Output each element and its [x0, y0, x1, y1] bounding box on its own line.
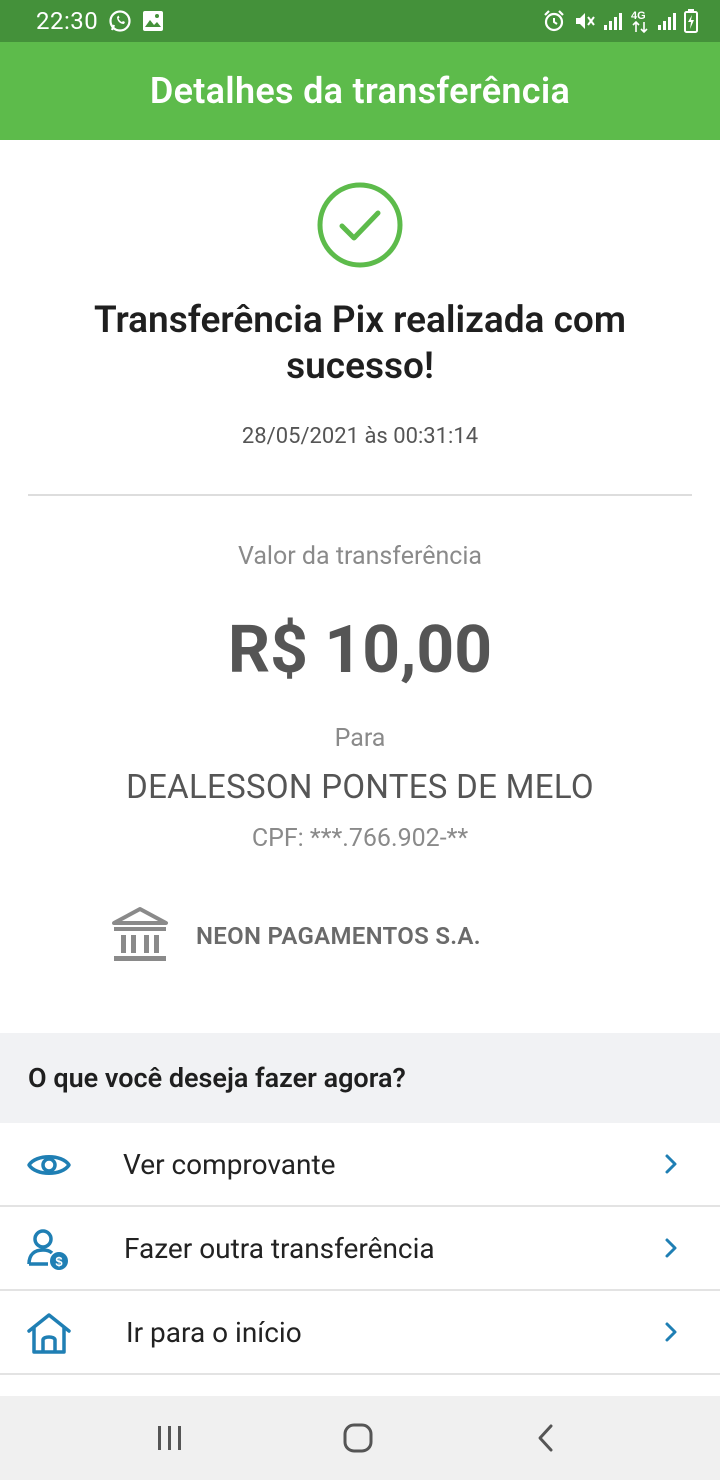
go-home-button[interactable]: Ir para o início: [0, 1291, 720, 1375]
recent-apps-button[interactable]: [140, 1418, 200, 1458]
app-bar: Detalhes da transferência: [0, 42, 720, 140]
system-nav-bar: [0, 1396, 720, 1480]
page-title: Detalhes da transferência: [149, 70, 571, 112]
divider: [28, 494, 692, 496]
status-left: 22:30: [36, 7, 164, 35]
recipient-label: Para: [334, 724, 386, 753]
home-nav-button[interactable]: [328, 1418, 388, 1458]
chevron-right-icon: [665, 1322, 677, 1342]
recipient-name: DEALESSON PONTES DE MELO: [126, 768, 594, 807]
view-receipt-button[interactable]: Ver comprovante: [0, 1123, 720, 1207]
action-label: Ver comprovante: [123, 1147, 336, 1181]
back-icon: [538, 1424, 553, 1452]
check-circle-icon: [317, 182, 403, 268]
status-time: 22:30: [36, 7, 99, 35]
whatsapp-icon: [109, 10, 131, 32]
recipient-cpf: CPF: ***.766.902-**: [251, 824, 469, 853]
4g-icon: 4G: [631, 10, 648, 34]
back-button[interactable]: [516, 1418, 576, 1458]
amount-label: Valor da transferência: [237, 542, 483, 571]
action-label: Ir para o início: [126, 1315, 302, 1349]
svg-text:4G: 4G: [631, 10, 646, 22]
status-right: 4G: [542, 8, 698, 34]
battery-charging-icon: [684, 9, 698, 33]
alarm-icon: [544, 10, 564, 32]
actions-title: O que você deseja fazer agora?: [28, 1062, 406, 1094]
user-money-icon: $: [27, 1229, 68, 1270]
amount-value: R$ 10,00: [227, 612, 493, 689]
actions-header: O que você deseja fazer agora?: [0, 1033, 720, 1123]
status-bar: 22:30 4G: [0, 0, 720, 42]
bank-icon: [112, 907, 168, 961]
home-button-icon: [343, 1423, 373, 1453]
success-title: Transferência Pix realizada com sucesso!: [94, 299, 626, 388]
signal-icon: [658, 13, 676, 30]
image-icon: [143, 11, 164, 31]
eye-icon: [27, 1155, 71, 1175]
chevron-right-icon: [665, 1238, 677, 1258]
mute-icon: [576, 13, 595, 29]
action-label: Fazer outra transferência: [124, 1231, 435, 1265]
home-icon: [27, 1313, 71, 1354]
bank-name: NEON PAGAMENTOS S.A.: [196, 922, 481, 950]
svg-text:$: $: [55, 1254, 63, 1269]
new-transfer-button[interactable]: $ Fazer outra transferência: [0, 1207, 720, 1291]
signal-icon: [604, 13, 622, 30]
transfer-timestamp: 28/05/2021 às 00:31:14: [241, 424, 479, 449]
chevron-right-icon: [665, 1154, 677, 1174]
recent-apps-icon: [158, 1426, 181, 1450]
